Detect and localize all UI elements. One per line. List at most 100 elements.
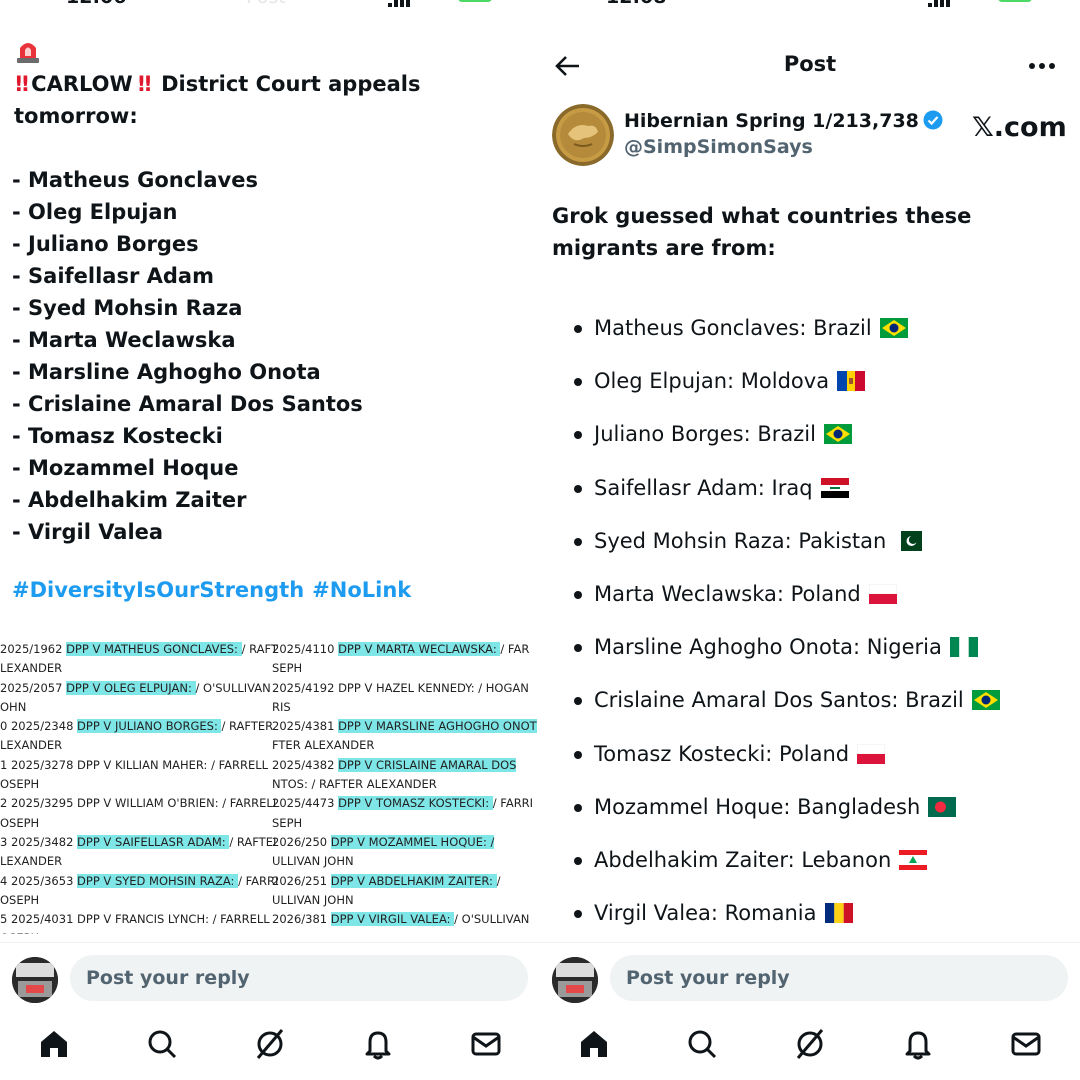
bell-icon[interactable] <box>902 1028 934 1060</box>
country-guess-item: Crislaine Amaral Dos Santos: Brazil <box>574 674 1000 727</box>
search-icon[interactable] <box>686 1028 718 1060</box>
moldova-flag-icon <box>837 358 866 392</box>
country-guess-text: Marsline Aghogho Onota: Nigeria <box>594 635 942 660</box>
case-text: 2025/4473 <box>272 796 339 811</box>
post-heading: !! CARLOW!! District Court appeals tomorr… <box>14 68 524 132</box>
bottom-nav <box>540 1014 1080 1080</box>
case-text: 2025/4110 <box>272 642 339 656</box>
avatar[interactable] <box>552 104 614 166</box>
country-guess-item: Marsline Aghogho Onota: Nigeria <box>574 621 1000 674</box>
case-text: 2 2025/3295 DPP V WILLIAM O'BRIEN: / FAR… <box>0 796 280 811</box>
case-text: LEXANDER <box>0 738 63 753</box>
highlighted-case: DPP V VIRGIL VALEA: <box>330 912 455 927</box>
reply-input[interactable]: Post your reply <box>610 955 1068 1001</box>
case-text: 2025/4381 <box>272 719 339 734</box>
verified-badge-icon <box>923 110 943 130</box>
court-list-row: OSEPH <box>0 891 270 910</box>
highlighted-case: DPP V JULIANO BORGES: <box>77 719 222 734</box>
status-time: 12:06 <box>66 0 126 8</box>
defendant-list-item: - Oleg Elpujan <box>12 200 178 224</box>
case-text: / RAFTEI <box>229 834 277 849</box>
bottom-nav <box>0 1014 540 1080</box>
court-list-row: 3 2025/3482 DPP V SAIFELLASR ADAM: / RAF… <box>0 833 276 852</box>
reply-input[interactable]: Post your reply <box>70 955 528 1001</box>
court-list-row: 2025/1962 DPP V MATHEUS GONCLAVES: / RAF… <box>0 640 278 659</box>
case-text: / <box>496 873 501 888</box>
user-handle[interactable]: @SimpSimonSays <box>624 136 813 158</box>
search-icon[interactable] <box>146 1028 178 1060</box>
romania-flag-icon <box>824 890 853 924</box>
brazil-flag-icon <box>879 305 908 338</box>
defendant-list-item: - Matheus Gonclaves <box>12 168 258 192</box>
country-guess-item: Oleg Elpujan: Moldova <box>574 355 1000 408</box>
court-list-row: 2025/4473 DPP V TOMASZ KOSTECKI: / FARRI <box>272 794 540 813</box>
case-text: 1 2025/3278 DPP V KILLIAN MAHER: / FARRE… <box>0 757 269 772</box>
hashtag-link[interactable]: #NoLink <box>312 578 411 602</box>
hashtag-link[interactable]: #DiversityIsOurStrength <box>12 578 304 602</box>
case-text: 0 2025/2348 <box>0 719 78 734</box>
court-list-row: OSEPH <box>0 929 270 934</box>
case-text: 2025/4382 <box>272 757 339 772</box>
avatar[interactable] <box>12 957 58 1003</box>
mail-icon[interactable] <box>470 1028 502 1060</box>
country-guess-text: Crislaine Amaral Dos Santos: Brazil <box>594 688 964 713</box>
poland-flag-icon <box>856 731 886 764</box>
display-name[interactable]: Hibernian Spring 1/213,738 <box>624 110 943 132</box>
country-guess-item: Marta Weclawska: Poland <box>574 568 1000 621</box>
court-list-row: LEXANDER <box>0 659 270 678</box>
country-guess-text: Matheus Gonclaves: Brazil <box>594 316 872 340</box>
case-text: 2026/251 <box>272 873 331 888</box>
page-title: Post <box>783 52 837 76</box>
avatar[interactable] <box>552 957 598 1003</box>
court-list-row: SEPH <box>272 814 540 833</box>
country-guess-item: Virgil Valea: Romania <box>574 887 1000 940</box>
bell-icon[interactable] <box>362 1028 394 1060</box>
court-list-row: RIS <box>272 698 540 717</box>
nigeria-flag-icon <box>949 624 978 658</box>
display-name-text: Hibernian Spring 1/213,738 <box>624 110 919 132</box>
brazil-flag-icon <box>823 411 852 445</box>
grok-icon[interactable] <box>794 1028 826 1060</box>
court-list-row: SEPH <box>272 659 540 678</box>
case-text: / FAR <box>500 642 530 656</box>
post-header: Post <box>540 44 1080 88</box>
case-text: / FARRI <box>492 796 534 811</box>
defendant-list-item: - Saifellasr Adam <box>12 264 214 288</box>
case-text: 5 2025/4031 DPP V FRANCIS LYNCH: / FARRE… <box>0 912 270 927</box>
mail-icon[interactable] <box>1010 1028 1042 1060</box>
court-list-row: OSEPH <box>0 814 270 833</box>
court-list-column-right: 2025/4110 DPP V MARTA WECLAWSKA: / FAR SE… <box>272 640 540 929</box>
home-icon[interactable] <box>578 1028 610 1060</box>
status-time: 12:08 <box>606 0 666 8</box>
court-list-row: 5 2025/4031 DPP V FRANCIS LYNCH: / FARRE… <box>0 910 270 929</box>
double-exclamation-icon: !! <box>14 72 30 96</box>
country-guess-item: Matheus Gonclaves: Brazil <box>574 302 1000 355</box>
reply-placeholder: Post your reply <box>626 967 790 989</box>
court-list-row: 2025/4192 DPP V HAZEL KENNEDY: / HOGAN <box>272 679 540 698</box>
grok-icon[interactable] <box>254 1028 286 1060</box>
case-text: SEPH <box>272 661 303 676</box>
court-list-row: OHN <box>0 698 270 717</box>
status-bar: 12:08 <box>540 0 1080 8</box>
double-exclamation-icon: !! <box>136 72 153 96</box>
highlighted-case: DPP V ABDELHAKIM ZAITER: <box>330 873 497 888</box>
highlighted-case: DPP V TOMASZ KOSTECKI: <box>338 796 493 811</box>
status-bar: 12:06 Post <box>0 0 540 8</box>
case-text: FTER ALEXANDER <box>272 738 375 753</box>
defendant-list-item: - Marta Weclawska <box>12 328 236 352</box>
court-list-row: OSEPH <box>0 775 270 794</box>
pakistan-flag-icon <box>894 518 923 551</box>
back-arrow-icon[interactable] <box>554 52 582 80</box>
country-guess-item: Abdelhakim Zaiter: Lebanon <box>574 834 1000 887</box>
country-guess-text: Mozammel Hoque: Bangladesh <box>594 794 921 819</box>
case-text: RIS <box>272 699 291 714</box>
home-icon[interactable] <box>38 1028 70 1060</box>
court-list-row: NTOS: / RAFTER ALEXANDER <box>272 775 540 794</box>
court-list-row: ULLIVAN JOHN <box>272 852 540 871</box>
battery-icon <box>458 0 492 2</box>
court-list-row: 2 2025/3295 DPP V WILLIAM O'BRIEN: / FAR… <box>0 794 279 813</box>
more-options-icon[interactable] <box>1028 56 1056 76</box>
country-guess-text: Abdelhakim Zaiter: Lebanon <box>594 847 892 872</box>
highlighted-case: DPP V MARTA WECLAWSKA: <box>338 642 501 656</box>
court-list-image[interactable]: 2025/1962 DPP V MATHEUS GONCLAVES: / RAF… <box>0 636 540 934</box>
